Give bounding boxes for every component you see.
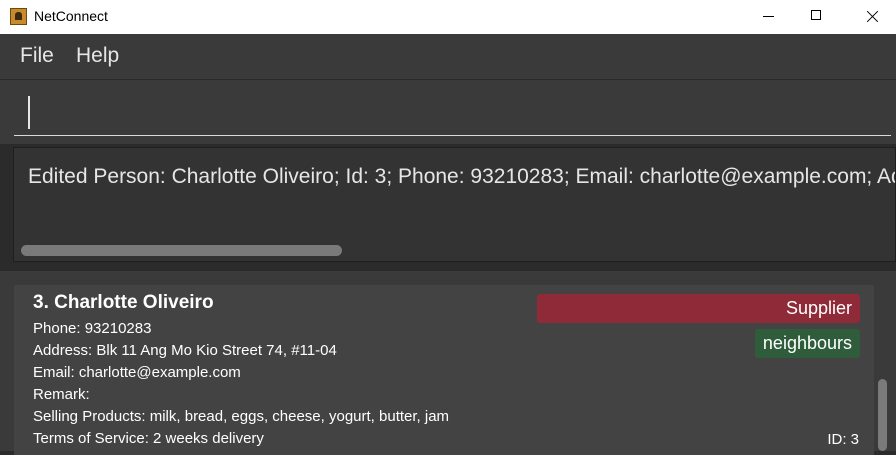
command-input[interactable] bbox=[14, 90, 891, 136]
window-title: NetConnect bbox=[34, 8, 108, 24]
person-terms: Terms of Service: 2 weeks delivery bbox=[33, 430, 264, 447]
menu-bar: File Help bbox=[0, 34, 896, 80]
person-products: Selling Products: milk, bread, eggs, che… bbox=[33, 408, 450, 425]
tag-supplier: Supplier bbox=[537, 294, 860, 323]
result-text: Edited Person: Charlotte Oliveiro; Id: 3… bbox=[28, 165, 895, 188]
person-phone: Phone: 93210283 bbox=[33, 320, 152, 337]
app-icon bbox=[10, 8, 27, 25]
person-list: 3. Charlotte Oliveiro Phone: 93210283 Ad… bbox=[0, 270, 896, 455]
minimize-icon[interactable] bbox=[746, 0, 792, 34]
tag-neighbours: neighbours bbox=[754, 329, 860, 358]
menu-help[interactable]: Help bbox=[76, 44, 119, 68]
maximize-icon[interactable] bbox=[793, 0, 839, 34]
person-remark: Remark: bbox=[33, 386, 90, 403]
person-email: Email: charlotte@example.com bbox=[33, 364, 241, 381]
person-card[interactable]: 3. Charlotte Oliveiro Phone: 93210283 Ad… bbox=[14, 285, 874, 455]
vertical-scrollbar[interactable] bbox=[878, 379, 887, 451]
title-bar: NetConnect bbox=[0, 0, 896, 34]
person-name: 3. Charlotte Oliveiro bbox=[33, 292, 214, 313]
person-address: Address: Blk 11 Ang Mo Kio Street 74, #1… bbox=[33, 342, 337, 359]
command-box-area bbox=[0, 80, 896, 144]
menu-file[interactable]: File bbox=[20, 44, 54, 68]
person-id: ID: 3 bbox=[827, 431, 859, 448]
text-caret bbox=[28, 96, 30, 129]
horizontal-scrollbar[interactable] bbox=[21, 245, 342, 256]
close-icon[interactable] bbox=[849, 0, 895, 34]
result-display: Edited Person: Charlotte Oliveiro; Id: 3… bbox=[13, 147, 896, 262]
